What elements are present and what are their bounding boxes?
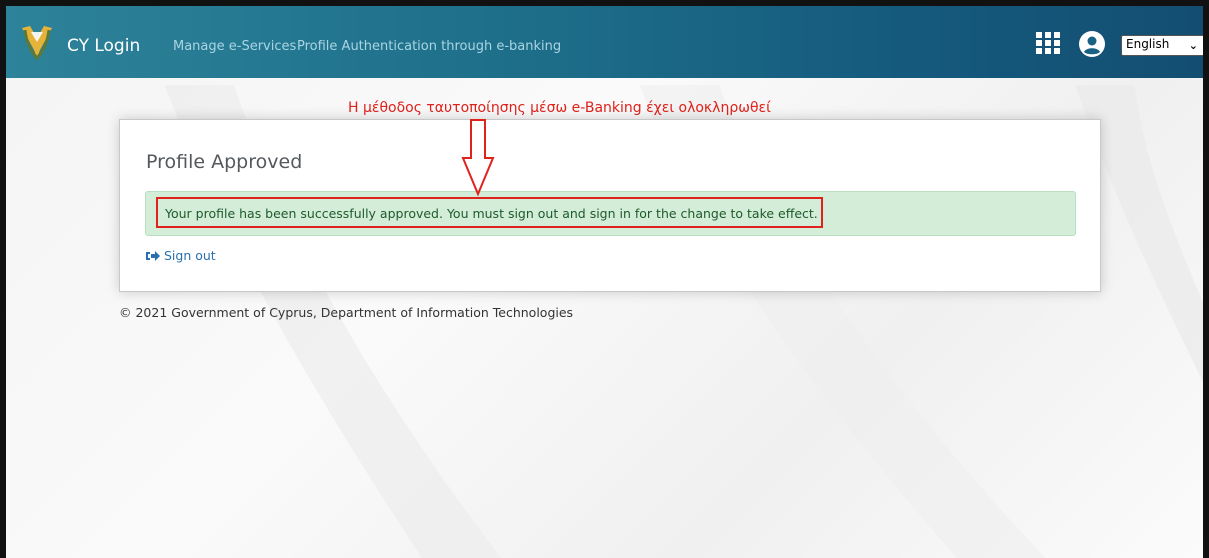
nav-link-profile-authentication[interactable]: Profile Authentication through e-banking bbox=[297, 39, 561, 54]
language-select-value: English bbox=[1126, 37, 1170, 51]
sign-out-label: Sign out bbox=[164, 248, 216, 263]
apps-grid-icon[interactable] bbox=[1036, 32, 1060, 54]
success-alert: Your profile has been successfully appro… bbox=[145, 191, 1076, 236]
footer-copyright: © 2021 Government of Cyprus, Department … bbox=[119, 305, 574, 320]
card-title: Profile Approved bbox=[146, 151, 303, 173]
annotation-arrow-icon bbox=[461, 119, 495, 197]
sign-out-icon bbox=[146, 250, 160, 261]
annotation-note: Η μέθοδος ταυτοποίησης μέσω e-Banking έχ… bbox=[348, 100, 771, 116]
sign-out-link[interactable]: Sign out bbox=[146, 248, 216, 263]
language-select[interactable]: English ⌄ bbox=[1121, 35, 1203, 56]
nav-link-manage-eservices[interactable]: Manage e-Services bbox=[173, 39, 296, 54]
success-alert-text: Your profile has been successfully appro… bbox=[165, 206, 818, 221]
top-navbar: CY Login Manage e-Services Profile Authe… bbox=[6, 6, 1203, 78]
app-frame: CY Login Manage e-Services Profile Authe… bbox=[0, 0, 1209, 558]
profile-approved-card: Profile Approved Your profile has been s… bbox=[119, 119, 1101, 292]
chevron-down-icon: ⌄ bbox=[1188, 39, 1198, 52]
user-account-icon[interactable] bbox=[1079, 31, 1105, 57]
brand-title[interactable]: CY Login bbox=[67, 36, 140, 56]
cyprus-emblem-icon[interactable] bbox=[20, 24, 54, 62]
